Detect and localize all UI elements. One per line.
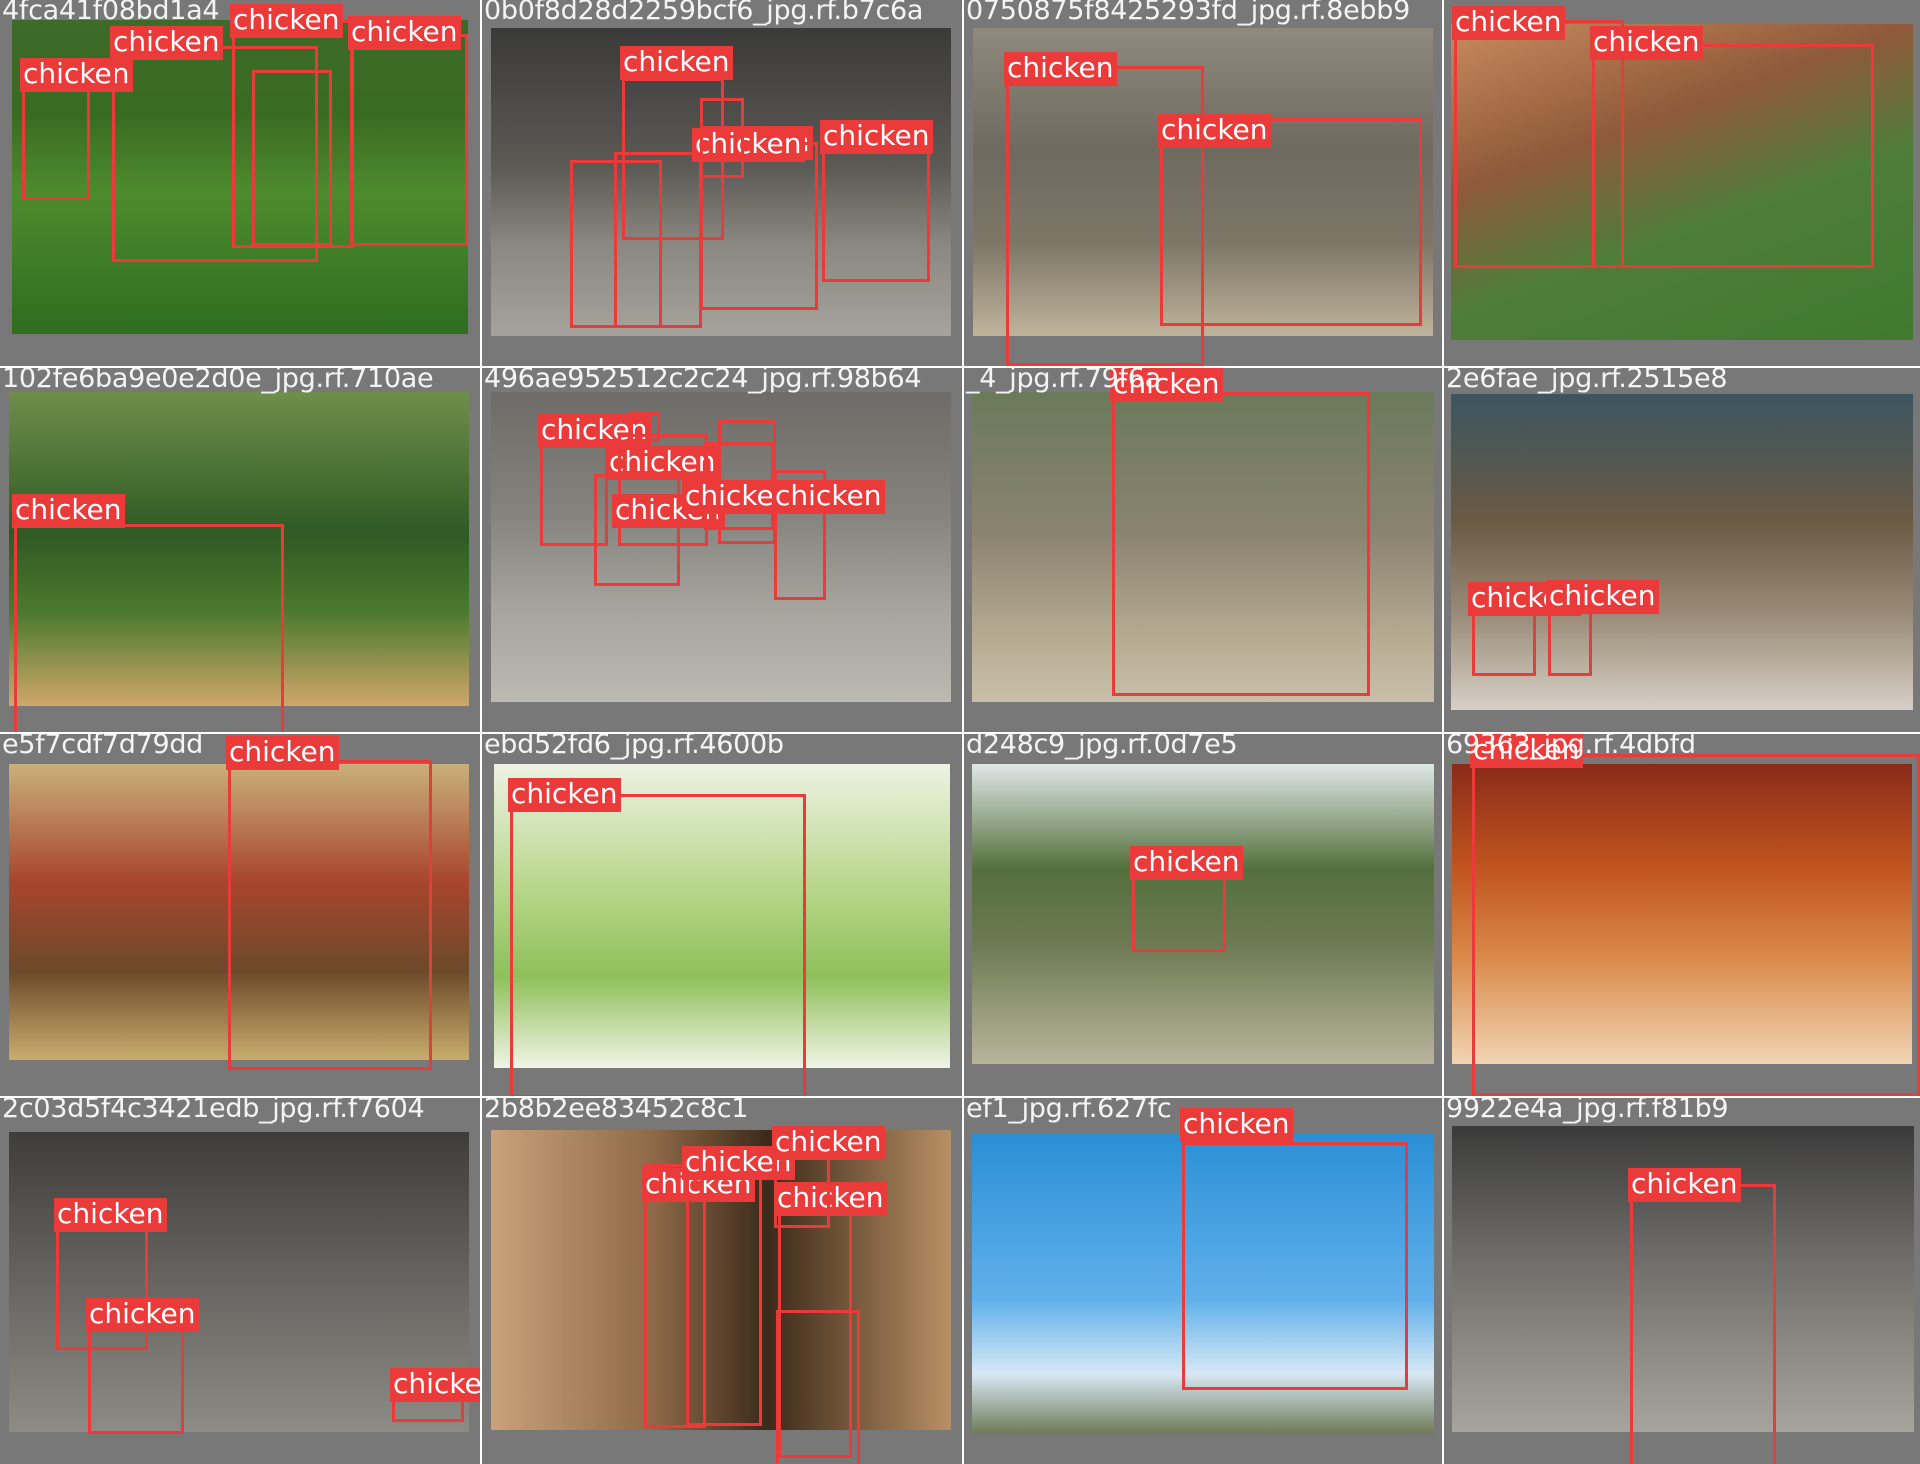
grid-tile: chicken 9922e4a_jpg.rf.f81b9 bbox=[1444, 1098, 1920, 1464]
image-grid: chicken chicken chicken chicken 4fca41f08bd1… bbox=[0, 0, 1920, 1464]
grid-tile: chicken ebd52fd6_jpg.rf.4600b bbox=[482, 734, 962, 1096]
detection-label: chicken bbox=[1546, 580, 1659, 614]
detection-label: chicken bbox=[1158, 114, 1271, 148]
grid-tile: chicken ef1_jpg.rf.627fc bbox=[964, 1098, 1442, 1464]
detection-box bbox=[14, 524, 284, 732]
detection-label: chicken bbox=[1628, 1168, 1741, 1202]
detection-box bbox=[570, 160, 662, 328]
detection-label: chicken bbox=[1452, 6, 1565, 40]
detection-label: chicken bbox=[86, 1298, 199, 1332]
detection-box bbox=[776, 1310, 860, 1464]
detection-label: chicken bbox=[348, 16, 461, 50]
grid-tile: chicken d248c9_jpg.rf.0d7e5 bbox=[964, 734, 1442, 1096]
grid-tile: chicken 102fe6ba9e0e2d0e_jpg.rf.710ae bbox=[0, 368, 480, 732]
detection-box bbox=[1472, 754, 1920, 1096]
detection-box bbox=[228, 760, 432, 1070]
grid-tile: chicken chicken 2e6fae_jpg.rf.2515e8 bbox=[1444, 368, 1920, 732]
detection-box bbox=[1112, 392, 1370, 696]
detection-box bbox=[350, 34, 468, 246]
tile-filename: ef1_jpg.rf.627fc bbox=[966, 1098, 1172, 1124]
tile-filename: 2e6fae_jpg.rf.2515e8 bbox=[1446, 368, 1728, 394]
detection-label: chicken bbox=[772, 1126, 885, 1160]
grid-tile: chicken chicken chicken chicken 4fca41f08bd1… bbox=[0, 0, 480, 366]
tile-filename: 2b8b2ee83452c8c1 bbox=[484, 1098, 749, 1124]
grid-tile: chicken chicken chicken chicken 2b8b2ee83452… bbox=[482, 1098, 962, 1464]
detection-label: chicken bbox=[772, 480, 885, 514]
detection-box bbox=[1160, 118, 1422, 326]
detection-label: chicken bbox=[54, 1198, 167, 1232]
detection-box bbox=[1592, 44, 1874, 268]
tile-filename: _4_jpg.rf.79f6a bbox=[966, 368, 1161, 394]
detection-box bbox=[1630, 1184, 1776, 1464]
tile-filename: 4fca41f08bd1a4 bbox=[2, 0, 220, 26]
detection-label: chicken bbox=[1590, 26, 1703, 60]
detection-label: chicken bbox=[620, 46, 733, 80]
tile-filename: 102fe6ba9e0e2d0e_jpg.rf.710ae bbox=[2, 368, 434, 394]
detection-box bbox=[88, 1316, 184, 1434]
tile-filename: 2c03d5f4c3421edb_jpg.rf.f7604 bbox=[2, 1098, 425, 1124]
detection-label: chicken bbox=[226, 736, 339, 770]
tile-filename: 0b0f8d28d2259bcf6_jpg.rf.b7c6a bbox=[484, 0, 924, 26]
detection-label: chicken bbox=[1130, 846, 1243, 880]
grid-tile: chicken _4_jpg.rf.79f6a bbox=[964, 368, 1442, 732]
detection-label: chicken bbox=[230, 4, 343, 38]
detection-label: chicken bbox=[1004, 52, 1117, 86]
grid-tile: chickenchickenchickenchickenchickenchick… bbox=[482, 368, 962, 732]
tile-filename: e5f7cdf7d79dd bbox=[2, 734, 204, 760]
tile-filename: d248c9_jpg.rf.0d7e5 bbox=[966, 734, 1238, 760]
detection-label: chicken bbox=[820, 120, 933, 154]
detection-label: chicken bbox=[12, 494, 125, 528]
grid-tile: chicken chicken 0750875f8425293fd_jpg.rf.8… bbox=[964, 0, 1442, 366]
grid-tile: chicken chicken bbox=[1444, 0, 1920, 366]
grid-tile: chicken 69363_jpg.rf.4dbfd bbox=[1444, 734, 1920, 1096]
tile-filename: 496ae952512c2c24_jpg.rf.98b64 bbox=[484, 368, 922, 394]
detection-box bbox=[686, 1146, 762, 1426]
grid-tile: chicken chicken chicken 2c03d5f4c3421edb_jp… bbox=[0, 1098, 480, 1464]
detection-label: chicken bbox=[390, 1368, 480, 1402]
grid-tile: chickenchickenchickenchicken0b0f8d28d225… bbox=[482, 0, 962, 366]
detection-box bbox=[700, 98, 744, 178]
detection-label: chicken bbox=[110, 26, 223, 60]
detection-box bbox=[252, 70, 332, 246]
detection-box bbox=[510, 794, 806, 1096]
detection-label: chicken bbox=[508, 778, 621, 812]
detection-box bbox=[630, 412, 660, 442]
grid-tile: chicken e5f7cdf7d79dd bbox=[0, 734, 480, 1096]
tile-filename: ebd52fd6_jpg.rf.4600b bbox=[484, 734, 784, 760]
detection-box bbox=[1182, 1142, 1408, 1390]
detection-label: chicken bbox=[1180, 1108, 1293, 1142]
tile-filename: 69363_jpg.rf.4dbfd bbox=[1446, 734, 1696, 760]
tile-filename: 0750875f8425293fd_jpg.rf.8ebb9 bbox=[966, 0, 1410, 26]
tile-filename: 9922e4a_jpg.rf.f81b9 bbox=[1446, 1098, 1729, 1124]
